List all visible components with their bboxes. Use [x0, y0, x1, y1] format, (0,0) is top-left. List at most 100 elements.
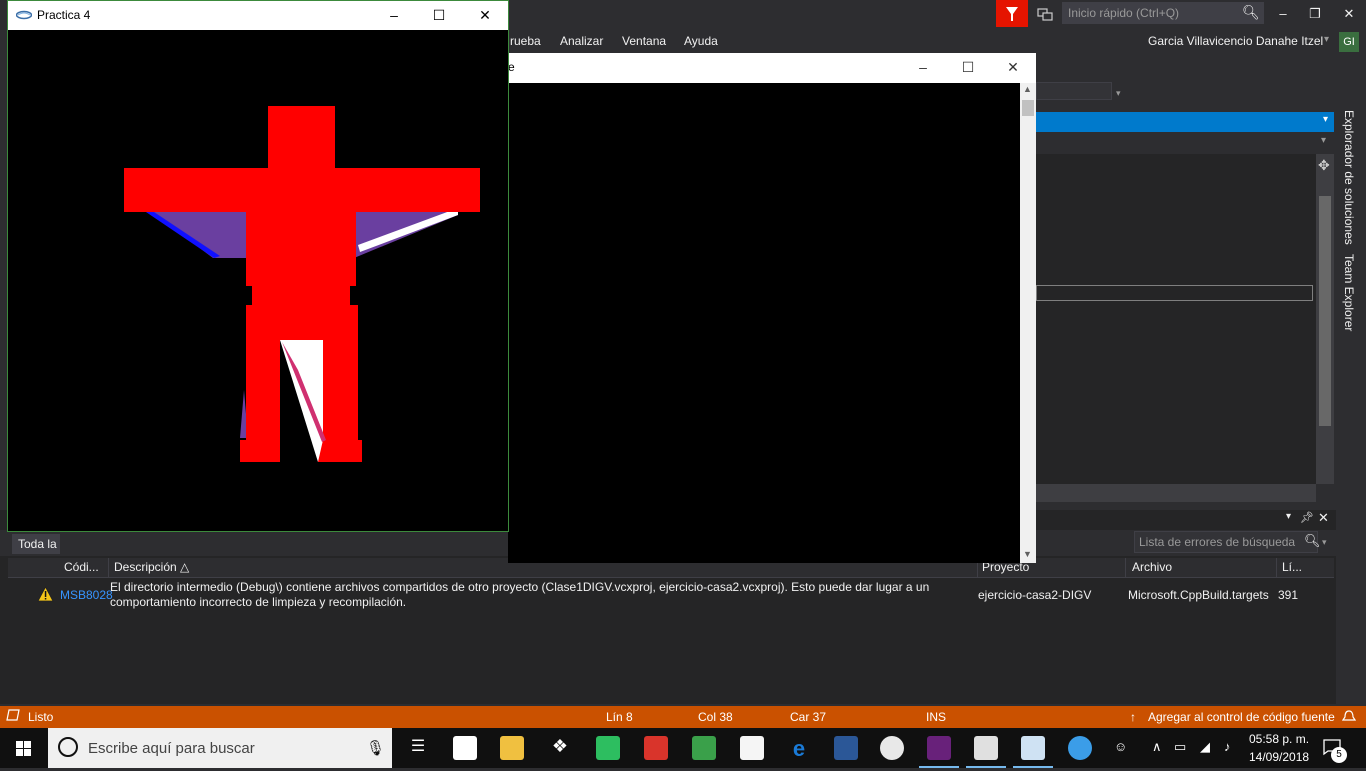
microphone-icon[interactable]: 🎙︎ [366, 739, 385, 757]
opengl-app-icon[interactable] [1021, 736, 1045, 760]
start-button[interactable] [0, 728, 48, 768]
notification-flag-icon[interactable] [996, 0, 1028, 27]
error-project: ejercicio-casa2-DIGV [978, 588, 1092, 602]
status-state: Listo [28, 710, 54, 724]
clock-time[interactable]: 05:58 p. m. [1249, 732, 1309, 746]
chevron-down-icon[interactable]: ▾ [1324, 34, 1329, 45]
updater-warning-icon[interactable] [1068, 736, 1092, 760]
column-divider[interactable] [1125, 558, 1126, 577]
window-title: Practica 4 [37, 8, 91, 22]
console-title: e [508, 60, 515, 74]
horizontal-scrollbar[interactable] [1036, 484, 1316, 502]
close-icon[interactable]: ✕ [1318, 510, 1329, 526]
app-icon [15, 9, 33, 20]
visual-studio-icon[interactable] [927, 736, 951, 760]
vs-minimize-button[interactable]: – [1268, 0, 1298, 28]
chevron-down-icon[interactable]: ▾ [1323, 114, 1328, 125]
source-control-button[interactable]: Agregar al control de código fuente [1148, 710, 1335, 724]
file-explorer-icon[interactable] [500, 736, 524, 760]
chevron-up-icon[interactable]: ∧ [1152, 739, 1162, 755]
solution-explorer-tree[interactable] [1036, 154, 1316, 484]
error-line: 391 [1278, 588, 1299, 602]
right-foot [318, 440, 362, 462]
menu-ayuda[interactable]: Ayuda [684, 34, 718, 48]
close-button[interactable]: ✕ [462, 1, 508, 30]
error-scope-filter[interactable]: Toda la [12, 534, 60, 554]
split-icon[interactable]: ✥ [1318, 157, 1330, 174]
wps-office-icon[interactable] [644, 736, 668, 760]
chevron-down-icon[interactable]: ▾ [1321, 135, 1326, 146]
console-scrollbar[interactable] [1020, 83, 1036, 563]
minimize-button[interactable]: – [371, 1, 417, 30]
scrollbar-thumb[interactable] [1319, 196, 1331, 426]
people-icon[interactable]: ☺ [1114, 739, 1127, 754]
dropbox-icon[interactable]: ❖ [548, 736, 572, 760]
tab-solution-explorer[interactable]: Explorador de soluciones [1342, 110, 1356, 245]
console-output[interactable] [508, 83, 1020, 563]
avatar[interactable]: GI [1339, 32, 1359, 52]
search-icon[interactable]: 🔍︎ [1242, 4, 1260, 21]
error-description: El directorio intermedio (Debug\) contie… [110, 580, 930, 609]
status-mode: INS [926, 710, 947, 724]
hips [246, 305, 358, 341]
evernote-icon[interactable] [596, 736, 620, 760]
arrow-up-icon[interactable]: ↑ [1130, 710, 1136, 724]
word-icon[interactable] [834, 736, 858, 760]
console-app-icon[interactable] [974, 736, 998, 760]
scroll-down-icon[interactable]: ▼ [1023, 549, 1032, 559]
battery-icon[interactable]: ▭ [1174, 739, 1186, 755]
maximize-button[interactable]: ☐ [416, 1, 462, 30]
column-file[interactable]: Archivo [1132, 560, 1172, 574]
volume-icon[interactable]: ♪ [1224, 739, 1231, 754]
column-divider[interactable] [1276, 558, 1277, 577]
chevron-down-icon[interactable]: ▾ [1116, 88, 1121, 99]
quick-launch-input[interactable]: Inicio rápido (Ctrl+Q) [1062, 2, 1264, 24]
pin-icon[interactable]: 📌︎ [1300, 511, 1314, 524]
config-combo[interactable] [1036, 82, 1112, 100]
minecraft-icon[interactable] [692, 736, 716, 760]
scrollbar-thumb[interactable] [1022, 100, 1034, 116]
vs-restore-button[interactable]: ❐ [1300, 0, 1330, 28]
edge-icon[interactable]: e [787, 736, 811, 761]
menu-prueba[interactable]: rueba [510, 34, 541, 48]
tab-team-explorer[interactable]: Team Explorer [1342, 254, 1356, 331]
console-close-button[interactable]: ✕ [990, 53, 1036, 83]
error-search-input[interactable]: Lista de errores de búsqueda [1134, 531, 1318, 553]
render-canvas[interactable] [8, 30, 508, 531]
robot-figure [124, 106, 480, 462]
warning-icon [37, 586, 54, 605]
head [268, 106, 335, 174]
console-maximize-button[interactable]: ☐ [945, 53, 991, 83]
column-line[interactable]: Lí... [1282, 560, 1302, 574]
feedback-icon[interactable] [1036, 5, 1054, 23]
text-editor-icon[interactable] [740, 736, 764, 760]
output-icon[interactable] [6, 709, 20, 724]
error-code-link[interactable]: MSB8028 [60, 588, 113, 602]
notification-count-badge: 5 [1331, 747, 1347, 763]
search-icon[interactable]: 🔍︎ [1304, 533, 1321, 549]
notification-bell-icon[interactable] [1341, 710, 1357, 726]
left-arm-shadow [146, 208, 248, 258]
vs-close-button[interactable]: ✕ [1334, 0, 1364, 28]
solution-explorer-toolbar: ▾ [1036, 132, 1334, 154]
waist [252, 284, 350, 306]
chevron-down-icon[interactable]: ▾ [1322, 537, 1327, 548]
console-minimize-button[interactable]: – [900, 53, 946, 83]
scroll-up-icon[interactable]: ▲ [1023, 84, 1032, 94]
solution-explorer-header: ▾ [1036, 112, 1334, 132]
column-code[interactable]: Códi... [64, 560, 99, 574]
column-divider[interactable] [108, 558, 109, 577]
store-icon[interactable] [453, 736, 477, 760]
menu-analizar[interactable]: Analizar [560, 34, 603, 48]
column-description[interactable]: Descripción △ [114, 560, 189, 574]
selected-tree-item[interactable] [1036, 285, 1313, 301]
chrome-icon[interactable] [880, 736, 904, 760]
wifi-icon[interactable]: ◢ [1200, 739, 1210, 755]
menu-ventana[interactable]: Ventana [622, 34, 666, 48]
task-view-icon[interactable]: ☰ [406, 736, 430, 760]
cortana-icon [58, 737, 78, 757]
chevron-down-icon[interactable]: ▾ [1286, 511, 1291, 522]
clock-date[interactable]: 14/09/2018 [1249, 750, 1309, 764]
user-name[interactable]: Garcia Villavicencio Danahe Itzel [1148, 34, 1323, 48]
sort-ascending-icon: △ [180, 560, 190, 574]
